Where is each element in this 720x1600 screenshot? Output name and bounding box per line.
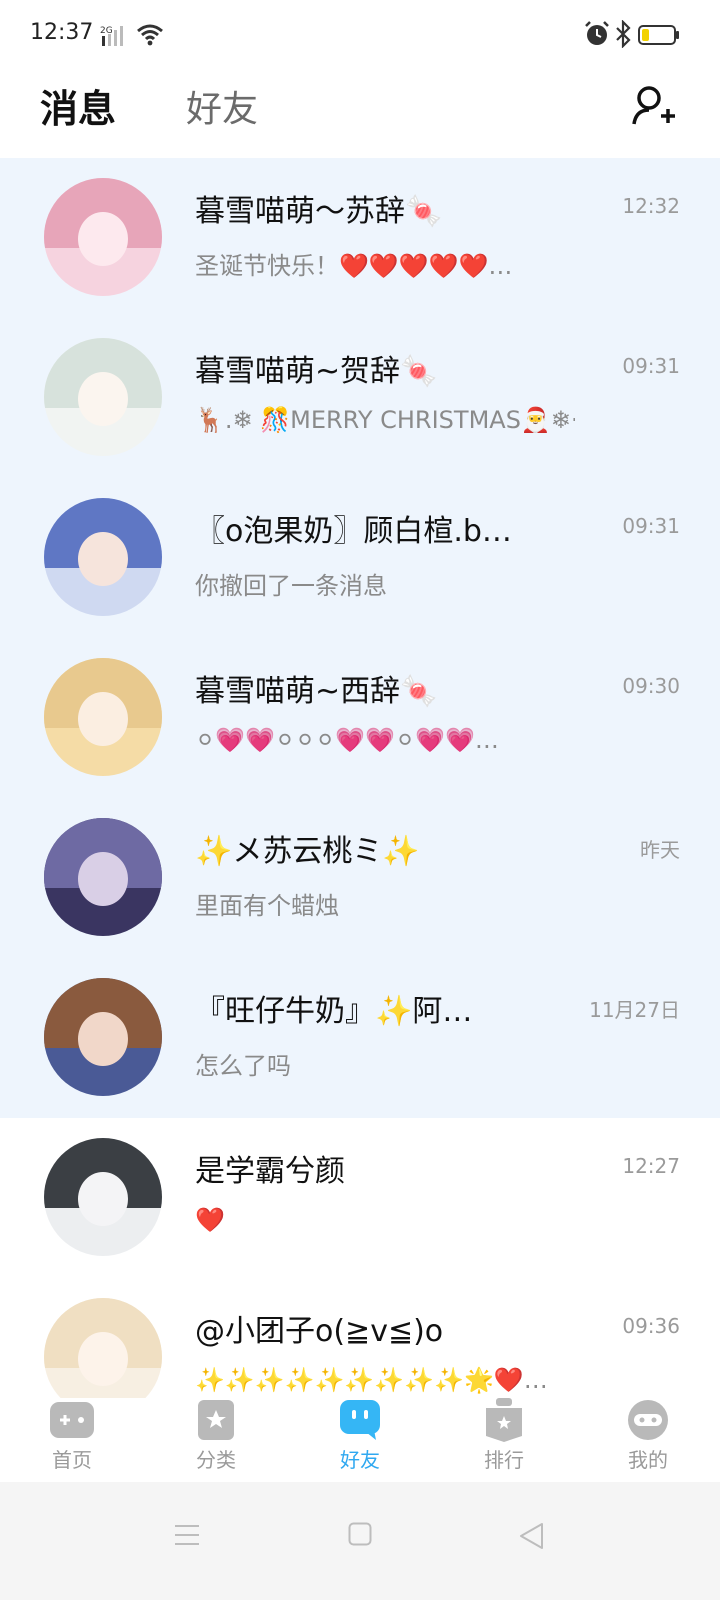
avatar[interactable] — [44, 498, 162, 616]
conversation-preview: 🦌.❄ 🎊MERRY CHRISTMAS🎅❄·… — [195, 406, 575, 434]
menu-icon[interactable] — [174, 1524, 200, 1546]
home-icon[interactable] — [348, 1522, 372, 1546]
nav-home[interactable]: 首页 — [0, 1398, 144, 1482]
add-friend-icon[interactable] — [630, 82, 678, 130]
conversation-preview: ✨✨✨✨✨✨✨✨✨🌟❤️… — [195, 1366, 548, 1394]
avatar[interactable] — [44, 978, 162, 1096]
conversation-item[interactable]: 〖o泡果奶〗顾白楦.b… 09:31 你撤回了一条消息 — [0, 478, 720, 638]
ranking-icon — [486, 1398, 522, 1442]
conversation-name: @小团子o(≧v≦)o — [195, 1314, 444, 1349]
nav-label: 我的 — [628, 1448, 668, 1472]
conversation-time: 09:36 — [622, 1314, 680, 1338]
nav-label: 好友 — [340, 1448, 380, 1472]
avatar[interactable] — [44, 178, 162, 296]
battery-icon — [638, 25, 679, 45]
profile-icon — [628, 1400, 668, 1440]
nav-label: 排行 — [484, 1448, 524, 1472]
conversation-time: 09:31 — [622, 514, 680, 538]
avatar[interactable] — [44, 1298, 162, 1398]
conversation-preview: 圣诞节快乐！❤️❤️❤️❤️❤️… — [195, 252, 513, 280]
avatar[interactable] — [44, 658, 162, 776]
nav-ranking[interactable]: 排行 — [432, 1398, 576, 1482]
conversation-name: ✨メ苏云桃ミ✨ — [195, 834, 420, 869]
chat-icon — [340, 1400, 380, 1440]
tab-friends[interactable]: 好友 — [186, 80, 258, 132]
wifi-icon — [137, 24, 163, 46]
nav-category[interactable]: 分类 — [144, 1398, 288, 1482]
conversation-list[interactable]: 暮雪喵萌～苏辞🍬 12:32 圣诞节快乐！❤️❤️❤️❤️❤️… 暮雪喵萌~贺辞… — [0, 158, 720, 1398]
bluetooth-icon — [616, 20, 631, 48]
system-nav-bar — [0, 1482, 720, 1600]
conversation-preview: 怎么了吗 — [195, 1052, 291, 1080]
header: 消息 好友 — [0, 72, 720, 158]
conversation-name: 暮雪喵萌~西辞🍬 — [195, 674, 438, 709]
conversation-item[interactable]: ✨メ苏云桃ミ✨ 昨天 里面有个蜡烛 — [0, 798, 720, 958]
back-icon[interactable] — [518, 1522, 544, 1550]
avatar[interactable] — [44, 338, 162, 456]
alarm-icon — [585, 21, 609, 45]
conversation-name: 是学霸兮颜 — [195, 1154, 345, 1189]
conversation-time: 11月27日 — [589, 998, 680, 1022]
signal-icon: 2G — [100, 26, 123, 46]
conversation-name: 『旺仔牛奶』✨阿… — [195, 994, 473, 1029]
gamepad-icon — [50, 1402, 94, 1438]
conversation-item[interactable]: 暮雪喵萌～苏辞🍬 12:32 圣诞节快乐！❤️❤️❤️❤️❤️… — [0, 158, 720, 318]
category-icon — [198, 1400, 234, 1440]
conversation-time: 12:32 — [622, 194, 680, 218]
conversation-preview: 里面有个蜡烛 — [195, 892, 339, 920]
conversation-preview: 你撤回了一条消息 — [195, 572, 387, 600]
conversation-name: 暮雪喵萌~贺辞🍬 — [195, 354, 438, 389]
conversation-item[interactable]: 是学霸兮颜 12:27 ❤️ — [0, 1118, 720, 1278]
conversation-name: 暮雪喵萌～苏辞🍬 — [195, 194, 443, 229]
bottom-nav: 首页 分类 好友 排行 我的 — [0, 1398, 720, 1482]
tab-messages[interactable]: 消息 — [40, 78, 116, 133]
conversation-time: 09:31 — [622, 354, 680, 378]
conversation-preview: ❤️ — [195, 1206, 225, 1234]
conversation-time: 昨天 — [640, 838, 680, 862]
conversation-item[interactable]: 暮雪喵萌~西辞🍬 09:30 ⚪💗💗⚪⚪⚪💗💗⚪💗💗… — [0, 638, 720, 798]
nav-friends[interactable]: 好友 — [288, 1398, 432, 1482]
avatar[interactable] — [44, 818, 162, 936]
nav-profile[interactable]: 我的 — [576, 1398, 720, 1482]
nav-label: 首页 — [52, 1448, 92, 1472]
status-bar: 12:37 2G — [0, 0, 720, 72]
conversation-item[interactable]: 暮雪喵萌~贺辞🍬 09:31 🦌.❄ 🎊MERRY CHRISTMAS🎅❄·… — [0, 318, 720, 478]
conversation-preview: ⚪💗💗⚪⚪⚪💗💗⚪💗💗… — [195, 726, 499, 754]
conversation-item[interactable]: @小团子o(≧v≦)o 09:36 ✨✨✨✨✨✨✨✨✨🌟❤️… — [0, 1278, 720, 1398]
nav-label: 分类 — [196, 1448, 236, 1472]
conversation-name: 〖o泡果奶〗顾白楦.b… — [195, 514, 512, 549]
conversation-item[interactable]: 『旺仔牛奶』✨阿… 11月27日 怎么了吗 — [0, 958, 720, 1118]
conversation-time: 12:27 — [622, 1154, 680, 1178]
avatar[interactable] — [44, 1138, 162, 1256]
conversation-time: 09:30 — [622, 674, 680, 698]
status-time: 12:37 — [30, 20, 94, 45]
